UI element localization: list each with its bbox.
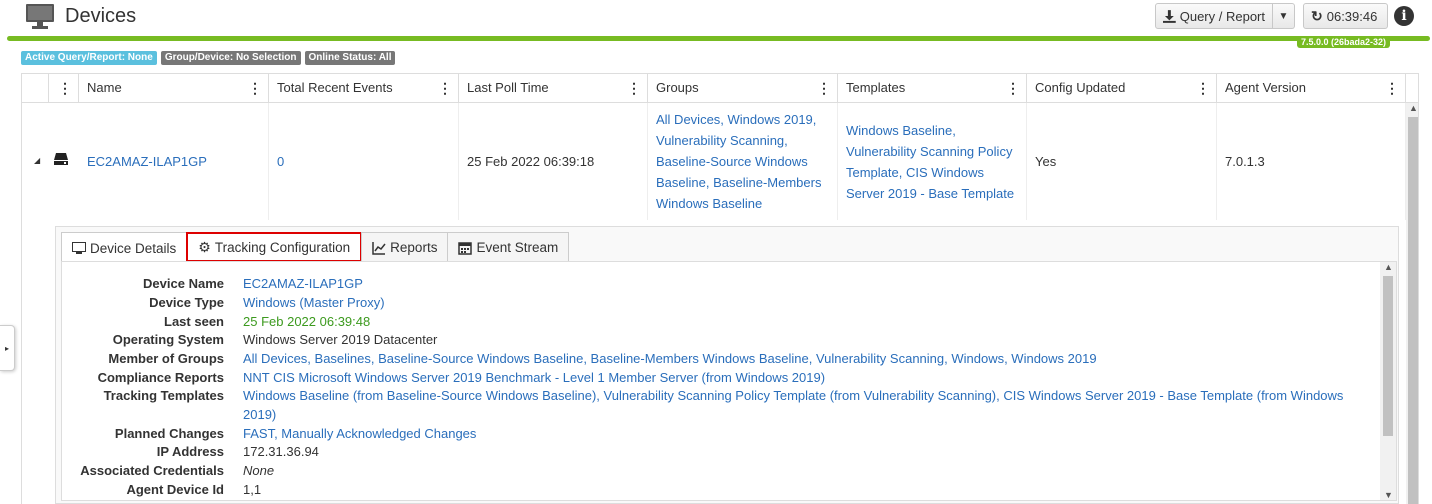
online-status-badge[interactable]: Online Status: All [304,51,396,65]
info-icon[interactable]: i [1394,6,1414,26]
cell-templates: Windows Baseline, Vulnerability Scanning… [838,103,1027,220]
active-query-badge[interactable]: Active Query/Report: None [21,51,157,65]
column-header-total-recent-events[interactable]: Total Recent Events ⋮ [269,74,459,102]
query-report-dropdown-button[interactable]: ▼ [1273,3,1295,29]
cell-total-recent-events: 0 [269,103,459,220]
kebab-menu-icon[interactable]: ⋮ [1006,74,1020,102]
collapse-caret-icon[interactable]: ◢ [34,156,40,165]
query-report-button[interactable]: Query / Report [1155,3,1273,29]
scrollbar-thumb[interactable] [1383,276,1393,436]
grid-header: ⋮ Name ⋮ Total Recent Events ⋮ Last Poll T… [22,74,1418,103]
kebab-menu-icon[interactable]: ⋮ [627,74,641,102]
grid-scrollbar[interactable]: ▲ [1406,103,1418,504]
kebab-menu-icon[interactable]: ⋮ [1196,74,1210,102]
page-header: Devices Query / Report ▼ ↻ 06:39:46 i [0,0,1432,36]
device-detail-panel: Device Details ⚙ Tracking Configuration … [55,226,1399,504]
templates-link[interactable]: Windows Baseline, Vulnerability Scanning… [846,120,1018,204]
cell-groups: All Devices, Windows 2019, Vulnerability… [648,103,838,220]
expand-column-header [22,74,49,102]
refresh-icon: ↻ [1311,7,1323,24]
kebab-menu-icon[interactable]: ⋮ [58,74,72,102]
scrollbar-thumb[interactable] [1408,117,1418,504]
tab-reports[interactable]: Reports [361,232,449,262]
server-icon [54,153,68,165]
cell-name: EC2AMAZ-ILAP1GP [79,103,269,220]
status-bar [7,36,1430,41]
page-title: Devices [65,5,137,27]
gear-icon: ⚙ [198,238,211,255]
monitor-icon [72,242,86,254]
kebab-menu-icon[interactable]: ⋮ [1385,74,1399,102]
events-count-link[interactable]: 0 [277,151,284,172]
device-details-content: Device Name EC2AMAZ-ILAP1GP Device Type … [61,261,1397,501]
line-chart-icon [372,241,386,255]
scroll-down-icon[interactable]: ▼ [1384,490,1393,500]
version-tag: 7.5.0.0 (26bada2-32) [1297,37,1391,48]
download-icon [1163,9,1176,23]
column-header-last-poll-time[interactable]: Last Poll Time ⋮ [459,74,648,102]
sidebar-toggle-button[interactable]: ▸ [0,325,15,371]
tab-event-stream[interactable]: Event Stream [447,232,570,262]
refresh-time-button[interactable]: ↻ 06:39:46 [1303,3,1388,29]
query-report-group: Query / Report ▼ [1155,3,1295,29]
group-device-badge[interactable]: Group/Device: No Selection [160,51,301,65]
kebab-menu-icon[interactable]: ⋮ [438,74,452,102]
table-row[interactable]: ◢ EC2AMAZ-ILAP1GP 0 25 Feb 2022 06:39:18… [22,103,1406,220]
column-header-templates[interactable]: Templates ⋮ [838,74,1027,102]
monitor-icon [26,4,54,29]
cell-last-poll-time: 25 Feb 2022 06:39:18 [459,103,648,220]
device-name-link[interactable]: EC2AMAZ-ILAP1GP [87,151,207,172]
details-scrollbar[interactable]: ▲ ▼ [1380,262,1396,500]
chevron-right-icon: ▸ [4,343,9,353]
column-header-groups[interactable]: Groups ⋮ [648,74,838,102]
row-menu-header[interactable]: ⋮ [49,74,79,102]
query-report-label: Query / Report [1179,8,1265,24]
scroll-up-icon[interactable]: ▲ [1384,262,1393,272]
column-header-name[interactable]: Name ⋮ [79,74,269,102]
kebab-menu-icon[interactable]: ⋮ [817,74,831,102]
filter-badges: Active Query/Report: None Group/Device: … [21,51,396,65]
scroll-up-icon[interactable]: ▲ [1409,103,1418,113]
time-label: 06:39:46 [1326,8,1378,24]
tab-tracking-configuration[interactable]: ⚙ Tracking Configuration [186,232,363,262]
cell-config-updated: Yes [1027,103,1217,220]
tab-device-details[interactable]: Device Details [61,232,188,263]
column-header-config-updated[interactable]: Config Updated ⋮ [1027,74,1217,102]
calendar-icon [458,241,473,255]
column-header-agent-version[interactable]: Agent Version ⋮ [1217,74,1406,102]
caret-down-icon: ▼ [1278,10,1289,22]
cell-agent-version: 7.0.1.3 [1217,103,1406,220]
groups-link[interactable]: All Devices, Windows 2019, Vulnerability… [656,109,829,214]
kebab-menu-icon[interactable]: ⋮ [248,74,262,102]
detail-tabs: Device Details ⚙ Tracking Configuration … [61,232,570,263]
